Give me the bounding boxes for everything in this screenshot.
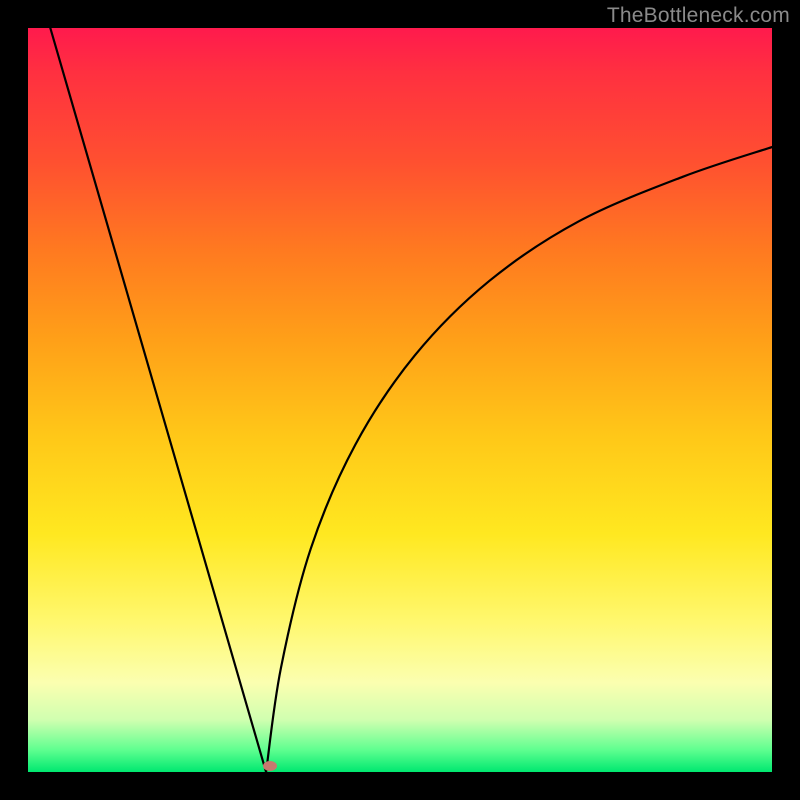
curve-path [50,28,772,772]
watermark-text: TheBottleneck.com [607,4,790,28]
optimum-marker [263,761,277,771]
bottleneck-curve [28,28,772,772]
plot-area [28,28,772,772]
chart-frame: TheBottleneck.com [0,0,800,800]
